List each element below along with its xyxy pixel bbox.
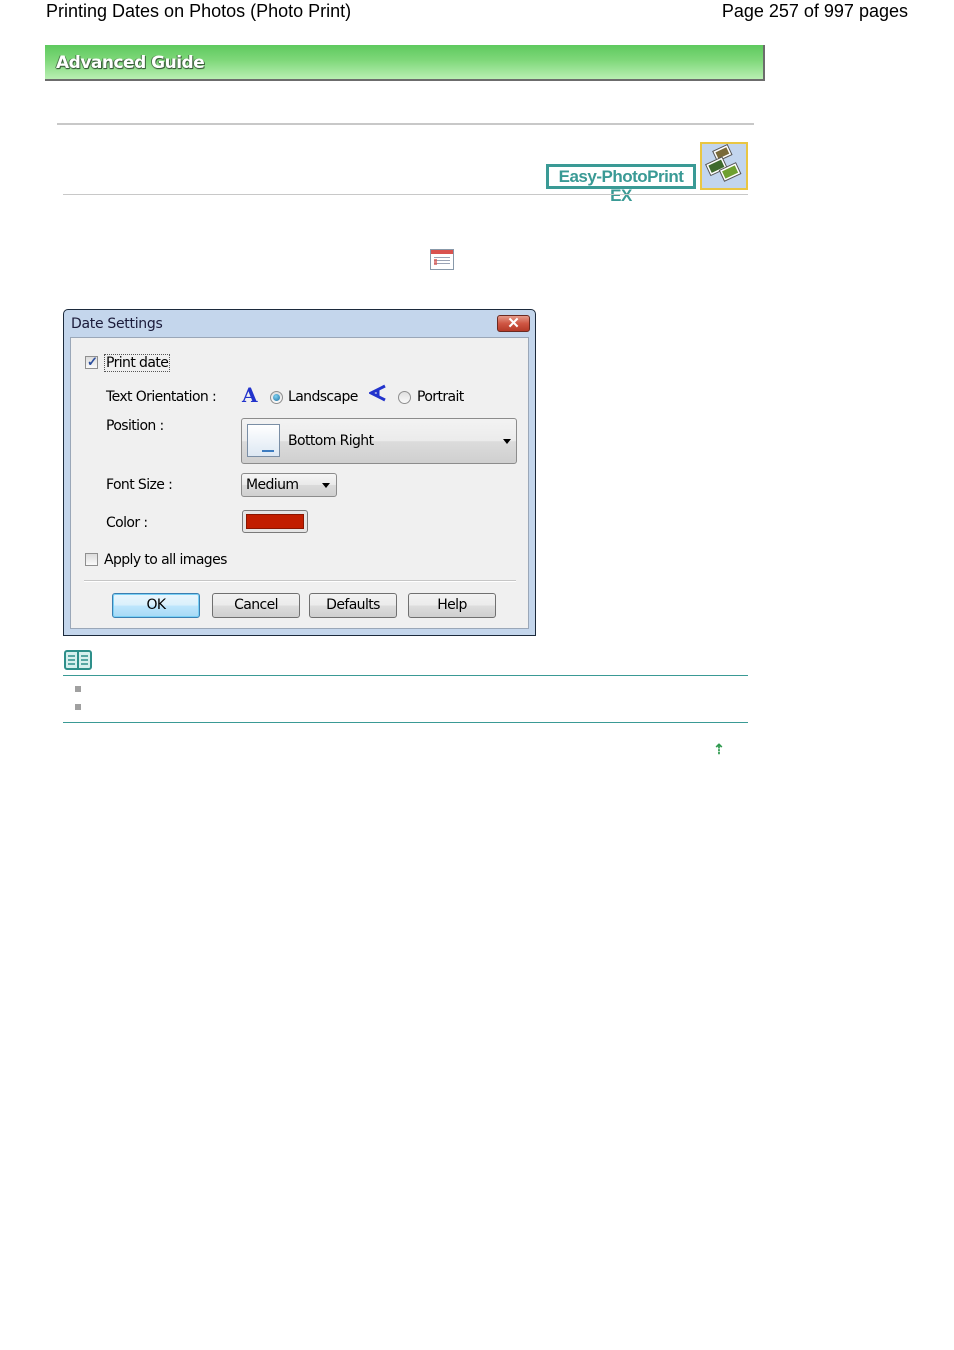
dialog-title: Date Settings — [71, 316, 163, 332]
defaults-button[interactable]: Defaults — [309, 593, 397, 618]
position-preview-icon — [247, 424, 280, 457]
app-name-badge: Easy-PhotoPrint EX — [546, 164, 696, 205]
note-bullet — [75, 704, 81, 710]
font-size-label: Font Size : — [106, 477, 173, 493]
banner-label: Advanced Guide — [56, 53, 205, 73]
chevron-down-icon — [322, 483, 330, 488]
dialog-separator — [84, 580, 516, 582]
up-arrow-icon[interactable]: ⇡ — [712, 741, 726, 757]
page-counter: Page 257 of 997 pages — [721, 1, 908, 21]
top-divider — [57, 123, 754, 125]
font-size-value: Medium — [246, 477, 299, 493]
chevron-down-icon — [503, 439, 511, 444]
color-swatch — [246, 514, 304, 529]
apply-all-checkbox[interactable] — [85, 553, 98, 566]
ok-button[interactable]: OK — [112, 593, 200, 618]
checkmark-icon: ✓ — [87, 354, 98, 369]
note-book-icon — [64, 650, 92, 670]
help-button[interactable]: Help — [408, 593, 496, 618]
portrait-label[interactable]: Portrait — [417, 389, 464, 405]
apply-all-label[interactable]: Apply to all images — [104, 552, 227, 568]
cancel-button[interactable]: Cancel — [212, 593, 300, 618]
landscape-a-icon: A — [242, 383, 258, 407]
note-bullet — [75, 686, 81, 692]
position-value: Bottom Right — [288, 433, 374, 449]
position-dropdown[interactable]: Bottom Right — [241, 418, 517, 464]
note-top-rule — [63, 675, 748, 676]
font-size-dropdown[interactable]: Medium — [241, 473, 337, 497]
advanced-guide-banner: Advanced Guide — [45, 45, 765, 81]
position-label: Position : — [106, 418, 164, 434]
text-orientation-label: Text Orientation : — [106, 389, 217, 405]
close-button[interactable]: ✕ — [497, 315, 530, 332]
date-settings-dialog: Date Settings ✕ ✓ Print date Text Orient… — [63, 309, 536, 636]
color-picker-button[interactable] — [242, 510, 308, 533]
header-divider — [63, 194, 748, 195]
note-bottom-rule — [63, 722, 748, 723]
close-icon: ✕ — [507, 315, 520, 332]
portrait-a-icon — [367, 384, 387, 402]
print-date-checkbox[interactable]: ✓ — [85, 354, 98, 369]
portrait-radio[interactable] — [398, 391, 411, 404]
print-date-label[interactable]: Print date — [104, 354, 171, 372]
landscape-label[interactable]: Landscape — [288, 389, 358, 405]
photo-stack-icon — [700, 142, 748, 190]
dialog-body: ✓ Print date Text Orientation : A Landsc… — [70, 337, 529, 629]
document-title: Printing Dates on Photos (Photo Print) — [46, 1, 352, 21]
color-label: Color : — [106, 515, 148, 531]
date-settings-icon[interactable] — [430, 249, 454, 270]
landscape-radio[interactable] — [270, 391, 283, 404]
